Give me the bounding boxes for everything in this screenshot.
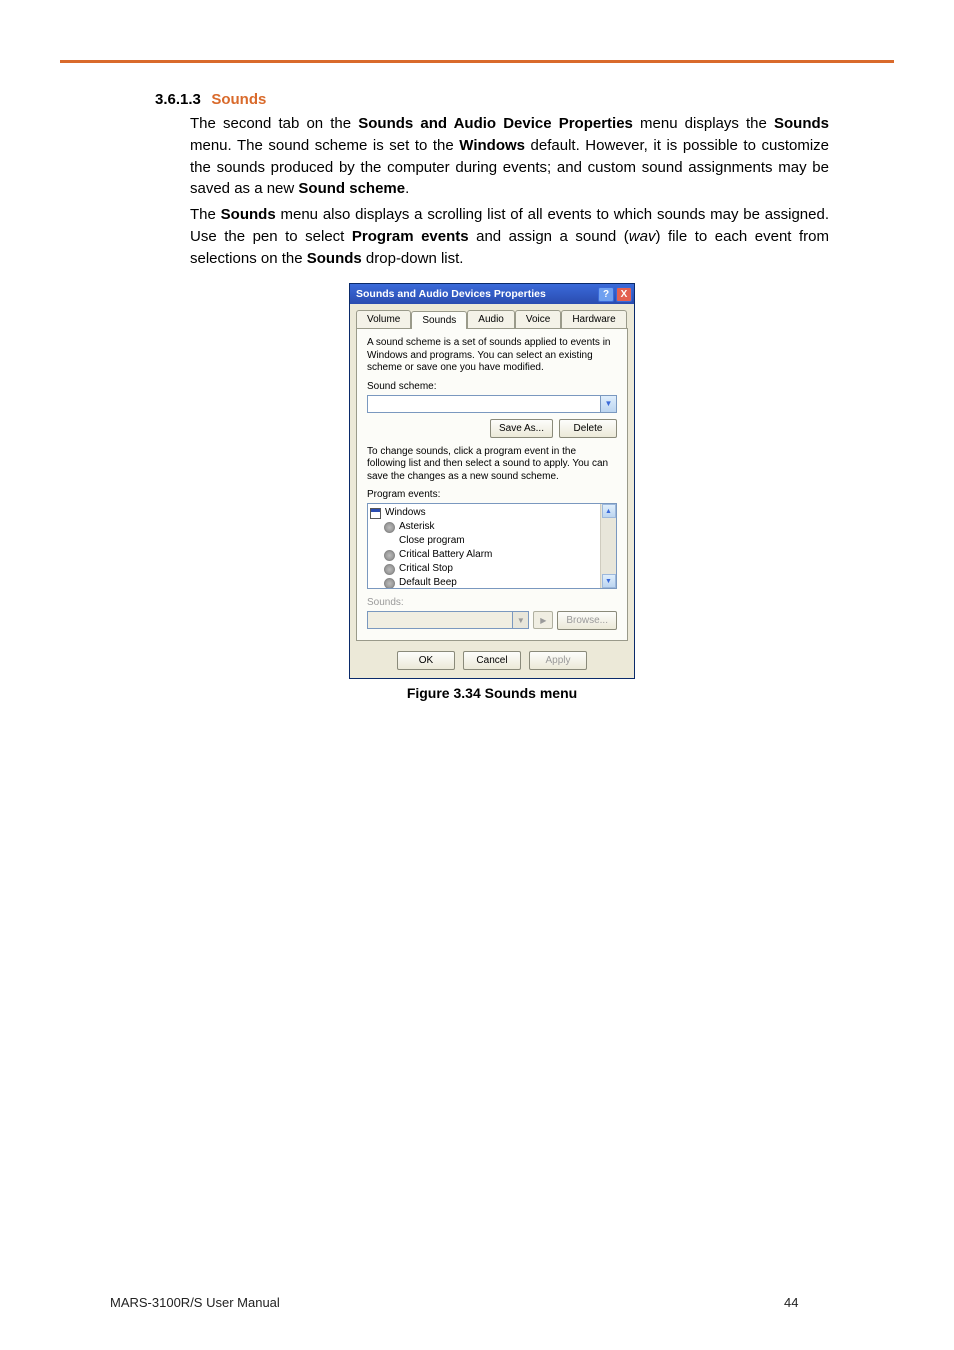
page-footer: MARS-3100R/S User Manual 44 xyxy=(0,1295,954,1310)
scheme-dropdown-button[interactable]: ▼ xyxy=(601,395,617,413)
tree-item[interactable]: Default Beep xyxy=(370,576,598,589)
footer-page-number: 44 xyxy=(784,1295,844,1310)
chevron-down-icon: ▼ xyxy=(517,616,525,625)
tree-item[interactable]: Close program xyxy=(370,534,598,548)
tab-volume[interactable]: Volume xyxy=(356,310,411,328)
save-as-button[interactable]: Save As... xyxy=(490,419,553,438)
tree-item-label: Critical Battery Alarm xyxy=(399,548,492,562)
tab-voice[interactable]: Voice xyxy=(515,310,561,328)
tree-item[interactable]: Critical Stop xyxy=(370,562,598,576)
section-number: 3.6.1.3 xyxy=(155,91,201,108)
sounds-label: Sounds: xyxy=(367,597,617,608)
tab-hardware[interactable]: Hardware xyxy=(561,310,626,328)
sounds-input[interactable] xyxy=(367,611,513,629)
play-button[interactable]: ▶ xyxy=(533,611,553,629)
section-heading: 3.6.1.3 Sounds xyxy=(155,91,829,109)
scheme-description: A sound scheme is a set of sounds applie… xyxy=(367,337,617,375)
tree-item-label: Default Beep xyxy=(399,576,457,589)
help-button[interactable]: ? xyxy=(598,287,614,302)
delete-button[interactable]: Delete xyxy=(559,419,617,438)
scheme-label: Sound scheme: xyxy=(367,381,617,392)
change-description: To change sounds, click a program event … xyxy=(367,446,617,484)
tab-sounds[interactable]: Sounds xyxy=(411,311,467,329)
figure-caption: Figure 3.34 Sounds menu xyxy=(407,685,577,701)
dialog-titlebar: Sounds and Audio Devices Properties ? X xyxy=(350,284,634,304)
scheme-combo[interactable]: ▼ xyxy=(367,395,617,413)
apply-button[interactable]: Apply xyxy=(529,651,587,670)
sounds-combo[interactable]: ▼ xyxy=(367,611,529,630)
blank-icon xyxy=(384,536,395,547)
paragraph-1: The second tab on the Sounds and Audio D… xyxy=(155,113,829,200)
play-icon: ▶ xyxy=(540,616,546,625)
sounds-dropdown-button[interactable]: ▼ xyxy=(513,611,529,629)
list-scrollbar[interactable]: ▲ ▼ xyxy=(600,504,616,588)
tree-item-label: Asterisk xyxy=(399,520,435,534)
sounds-dialog: Sounds and Audio Devices Properties ? X … xyxy=(349,283,635,679)
dialog-title: Sounds and Audio Devices Properties xyxy=(356,288,596,300)
ok-button[interactable]: OK xyxy=(397,651,455,670)
top-rule xyxy=(60,60,894,63)
browse-button[interactable]: Browse... xyxy=(557,611,617,630)
scroll-down-icon[interactable]: ▼ xyxy=(602,574,616,588)
chevron-down-icon: ▼ xyxy=(605,399,613,408)
scheme-input[interactable] xyxy=(367,395,601,413)
tree-item-label: Close program xyxy=(399,534,465,548)
sound-icon xyxy=(384,550,395,561)
window-icon xyxy=(370,508,381,519)
tab-strip: Volume Sounds Audio Voice Hardware xyxy=(350,304,634,328)
tab-audio[interactable]: Audio xyxy=(467,310,515,328)
tree-root[interactable]: Windows xyxy=(370,506,598,520)
cancel-button[interactable]: Cancel xyxy=(463,651,521,670)
sound-icon xyxy=(384,564,395,575)
footer-manual-name: MARS-3100R/S User Manual xyxy=(110,1295,784,1310)
section-title: Sounds xyxy=(211,91,266,108)
events-label: Program events: xyxy=(367,489,617,500)
program-events-list[interactable]: Windows Asterisk Close program xyxy=(367,503,617,589)
tree-item[interactable]: Asterisk xyxy=(370,520,598,534)
scroll-up-icon[interactable]: ▲ xyxy=(602,504,616,518)
tree-item[interactable]: Critical Battery Alarm xyxy=(370,548,598,562)
paragraph-2: The Sounds menu also displays a scrollin… xyxy=(155,204,829,269)
tree-item-label: Critical Stop xyxy=(399,562,453,576)
sound-icon xyxy=(384,578,395,589)
tab-body: A sound scheme is a set of sounds applie… xyxy=(356,328,628,641)
sound-icon xyxy=(384,522,395,533)
tree-root-label: Windows xyxy=(385,506,426,520)
close-button[interactable]: X xyxy=(616,287,632,302)
